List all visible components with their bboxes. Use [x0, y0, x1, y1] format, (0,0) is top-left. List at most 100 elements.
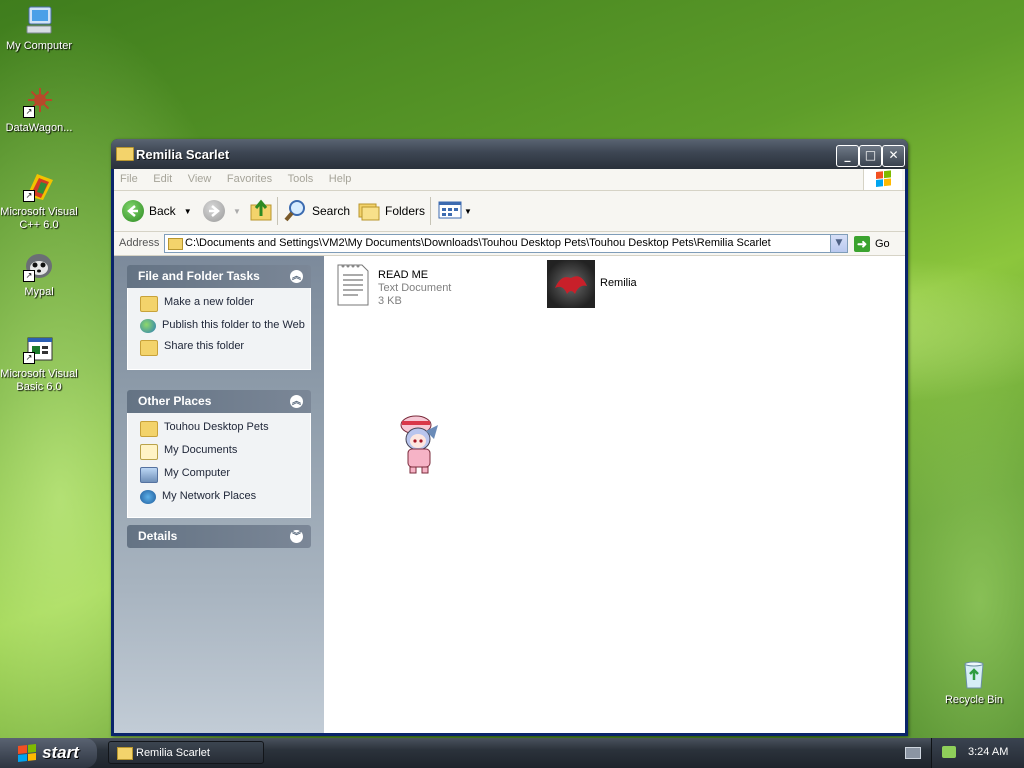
file-type: Text Document	[378, 282, 452, 294]
start-button[interactable]: start	[0, 738, 97, 768]
back-arrow-icon	[122, 200, 144, 222]
shortcut-arrow-icon: ↗	[23, 270, 35, 282]
window-body: File Edit View Favorites Tools Help Back…	[114, 169, 905, 733]
file-name: READ ME	[378, 269, 429, 281]
standard-toolbar: Back ▼ ▼ Search Folders ▼	[114, 191, 905, 232]
address-dropdown-icon[interactable]: ▼	[830, 235, 847, 252]
window-title: Remilia Scarlet	[136, 147, 230, 162]
place-my-computer[interactable]: My Computer	[140, 467, 310, 483]
address-input[interactable]: C:\Documents and Settings\VM2\My Documen…	[164, 234, 848, 253]
clock[interactable]: 3:24 AM	[968, 746, 1008, 758]
desktop-icon-visual-basic[interactable]: ↗ Microsoft Visual Basic 6.0	[0, 332, 78, 394]
menu-favorites[interactable]: Favorites	[221, 169, 278, 185]
taskbar-window-label: Remilia Scarlet	[136, 747, 210, 759]
folders-button[interactable]: Folders	[357, 197, 425, 225]
menu-tools[interactable]: Tools	[282, 169, 320, 185]
search-button[interactable]: Search	[284, 197, 350, 225]
task-label: Make a new folder	[164, 296, 254, 308]
place-label: Touhou Desktop Pets	[164, 421, 269, 433]
collapse-chevron-icon[interactable]: ︽	[290, 395, 303, 408]
details-header[interactable]: Details ︾	[127, 525, 311, 548]
maximize-button[interactable]: □	[859, 145, 882, 167]
collapse-chevron-icon[interactable]: ︽	[290, 270, 303, 283]
file-folder-tasks-panel: File and Folder Tasks ︽ Make a new folde…	[127, 265, 311, 370]
file-size: 3 KB	[378, 295, 402, 307]
system-tray: 3:24 AM	[931, 738, 1024, 768]
panel-title: File and Folder Tasks	[138, 269, 260, 283]
place-my-network-places[interactable]: My Network Places	[140, 490, 310, 504]
views-button[interactable]: ▼	[438, 197, 472, 225]
forward-dropdown-icon[interactable]: ▼	[233, 207, 241, 216]
expand-chevron-icon[interactable]: ︾	[290, 530, 303, 543]
menu-help[interactable]: Help	[323, 169, 358, 185]
task-label: Publish this folder to the Web	[162, 319, 305, 331]
other-places-panel: Other Places ︽ Touhou Desktop Pets My Do…	[127, 390, 311, 518]
address-path: C:\Documents and Settings\VM2\My Documen…	[185, 237, 771, 249]
close-button[interactable]: ✕	[882, 145, 905, 167]
folder-icon	[140, 421, 158, 437]
desktop-icon-my-computer[interactable]: My Computer	[0, 4, 78, 53]
menu-view[interactable]: View	[182, 169, 218, 185]
file-folder-tasks-header[interactable]: File and Folder Tasks ︽	[127, 265, 311, 288]
go-button[interactable]: ➜ Go	[854, 234, 890, 253]
minimize-button[interactable]: _	[836, 145, 859, 167]
share-folder-icon	[140, 340, 158, 356]
publish-web-icon	[140, 319, 156, 333]
folders-label: Folders	[385, 204, 426, 218]
text-document-icon	[336, 263, 370, 311]
taskbar-window-button[interactable]: Remilia Scarlet	[108, 741, 264, 764]
search-icon	[284, 198, 308, 225]
folder-icon	[116, 147, 134, 161]
desktop-icon-recycle-bin[interactable]: Recycle Bin	[935, 658, 1013, 707]
place-label: My Documents	[164, 444, 238, 456]
task-pane: File and Folder Tasks ︽ Make a new folde…	[114, 256, 324, 733]
details-panel: Details ︾	[127, 525, 311, 548]
back-button[interactable]: Back ▼	[122, 197, 192, 225]
file-item-readme[interactable]: READ ME Text Document 3 KB	[336, 263, 536, 311]
taskbar: start Remilia Scarlet 3:24 AM	[0, 738, 1024, 768]
title-bar[interactable]: Remilia Scarlet _ □ ✕	[111, 139, 908, 169]
shortcut-arrow-icon: ↗	[23, 352, 35, 364]
toolbar-separator	[430, 197, 431, 225]
new-folder-icon	[140, 296, 158, 312]
go-arrow-icon: ➜	[854, 235, 870, 252]
other-places-header[interactable]: Other Places ︽	[127, 390, 311, 413]
desktop-icon-mypal[interactable]: ↗ Mypal	[0, 250, 78, 299]
desktop-icon-label: Microsoft Visual C++ 6.0	[0, 206, 78, 231]
desktop-pet-sprite[interactable]	[396, 413, 440, 475]
explorer-window: Remilia Scarlet _ □ ✕ File Edit View Fav…	[111, 139, 908, 736]
back-dropdown-icon[interactable]: ▼	[184, 207, 192, 216]
place-label: My Network Places	[162, 490, 257, 502]
address-bar: Address C:\Documents and Settings\VM2\My…	[114, 232, 905, 256]
desktop-icon-label: Mypal	[24, 286, 54, 298]
menu-edit[interactable]: Edit	[147, 169, 178, 185]
file-name: Remilia	[600, 277, 637, 289]
task-make-new-folder[interactable]: Make a new folder	[140, 296, 310, 312]
folder-icon	[117, 747, 133, 760]
start-label: start	[42, 743, 79, 762]
desktop-icon-label: DataWagon...	[5, 122, 73, 134]
place-my-documents[interactable]: My Documents	[140, 444, 310, 460]
desktop-icon-datawagon[interactable]: ↗ DataWagon...	[0, 86, 78, 135]
place-touhou-desktop-pets[interactable]: Touhou Desktop Pets	[140, 421, 310, 437]
network-tray-icon[interactable]	[942, 746, 956, 758]
desktop-icon-visual-cpp[interactable]: ↗ Microsoft Visual C++ 6.0	[0, 170, 78, 232]
content-area: File and Folder Tasks ︽ Make a new folde…	[114, 256, 905, 733]
address-label: Address	[119, 237, 160, 249]
my-documents-icon	[140, 444, 158, 460]
views-icon	[438, 200, 462, 223]
folder-icon	[168, 238, 183, 250]
file-item-remilia[interactable]: Remilia	[547, 260, 707, 310]
menu-file[interactable]: File	[114, 169, 144, 185]
task-share-folder[interactable]: Share this folder	[140, 340, 310, 356]
panel-title: Other Places	[138, 394, 212, 408]
menu-bar: File Edit View Favorites Tools Help	[114, 169, 905, 191]
task-publish-folder[interactable]: Publish this folder to the Web	[140, 319, 310, 333]
forward-button[interactable]: ▼	[203, 197, 241, 225]
keyboard-icon[interactable]	[905, 747, 921, 759]
up-folder-button[interactable]	[249, 197, 273, 225]
panel-body: Make a new folder Publish this folder to…	[127, 288, 311, 370]
go-label: Go	[875, 237, 890, 250]
search-label: Search	[312, 204, 351, 218]
panel-title: Details	[138, 529, 178, 543]
